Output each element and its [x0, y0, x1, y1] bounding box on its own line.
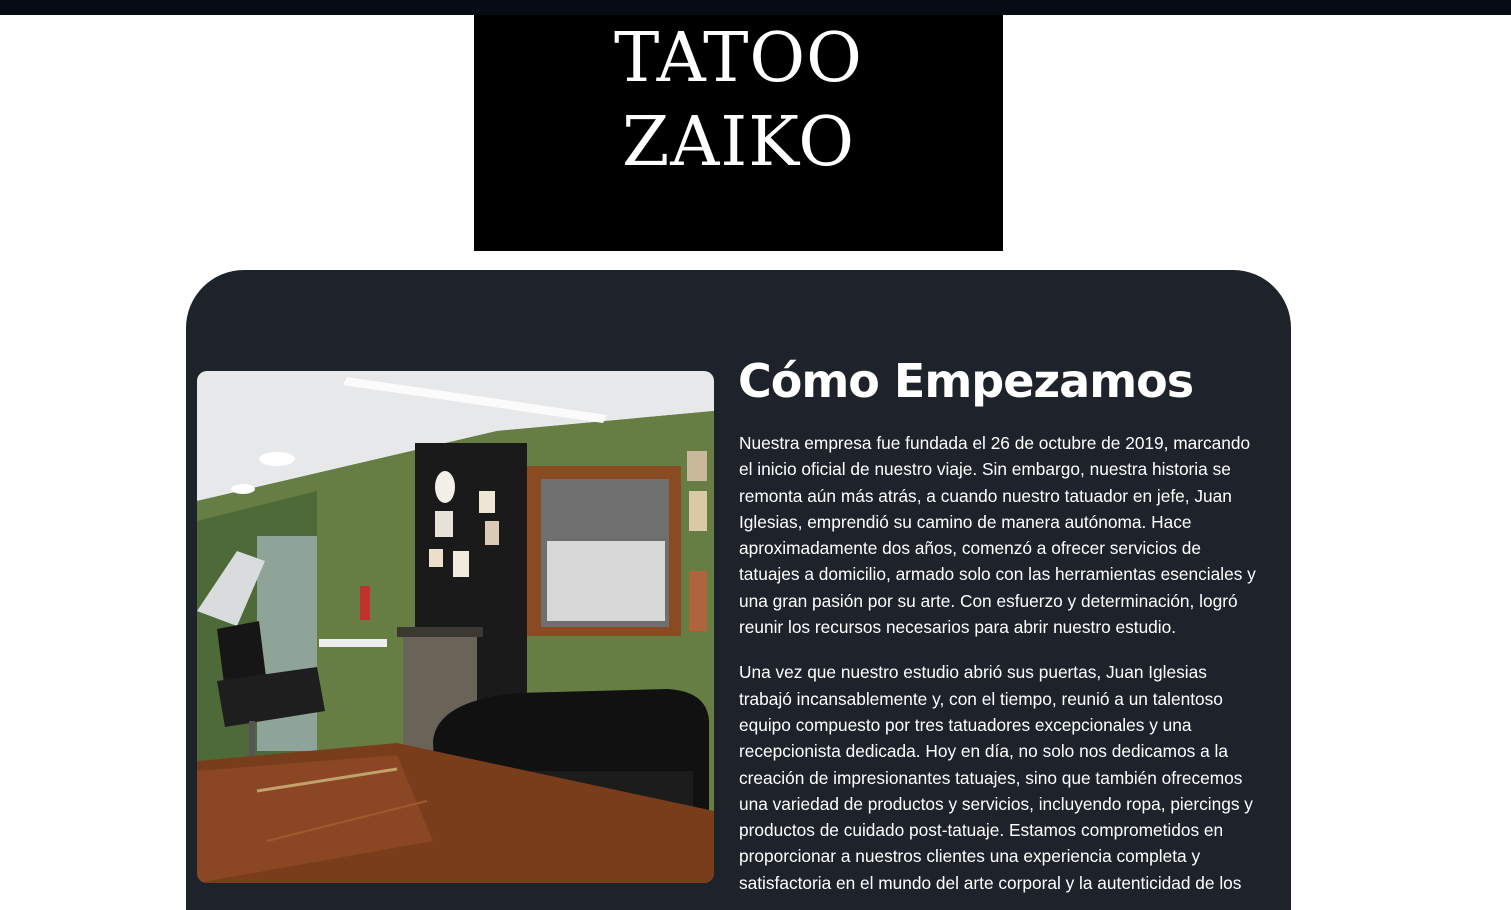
logo-line-1: TATOO	[614, 19, 863, 98]
about-text: Nuestra empresa fue fundada el 26 de oct…	[739, 430, 1264, 910]
about-paragraph-2: Una vez que nuestro estudio abrió sus pu…	[739, 662, 1253, 893]
studio-interior-photo	[197, 371, 714, 883]
about-paragraph-1: Nuestra empresa fue fundada el 26 de oct…	[739, 433, 1256, 638]
logo-line-2: ZAIKO	[622, 103, 855, 182]
site-logo[interactable]: TATOO ZAIKO	[474, 15, 1003, 251]
top-bar	[0, 0, 1511, 15]
about-section: Cómo Empezamos Nuestra empresa fue funda…	[186, 270, 1291, 910]
section-heading: Cómo Empezamos	[738, 354, 1194, 408]
